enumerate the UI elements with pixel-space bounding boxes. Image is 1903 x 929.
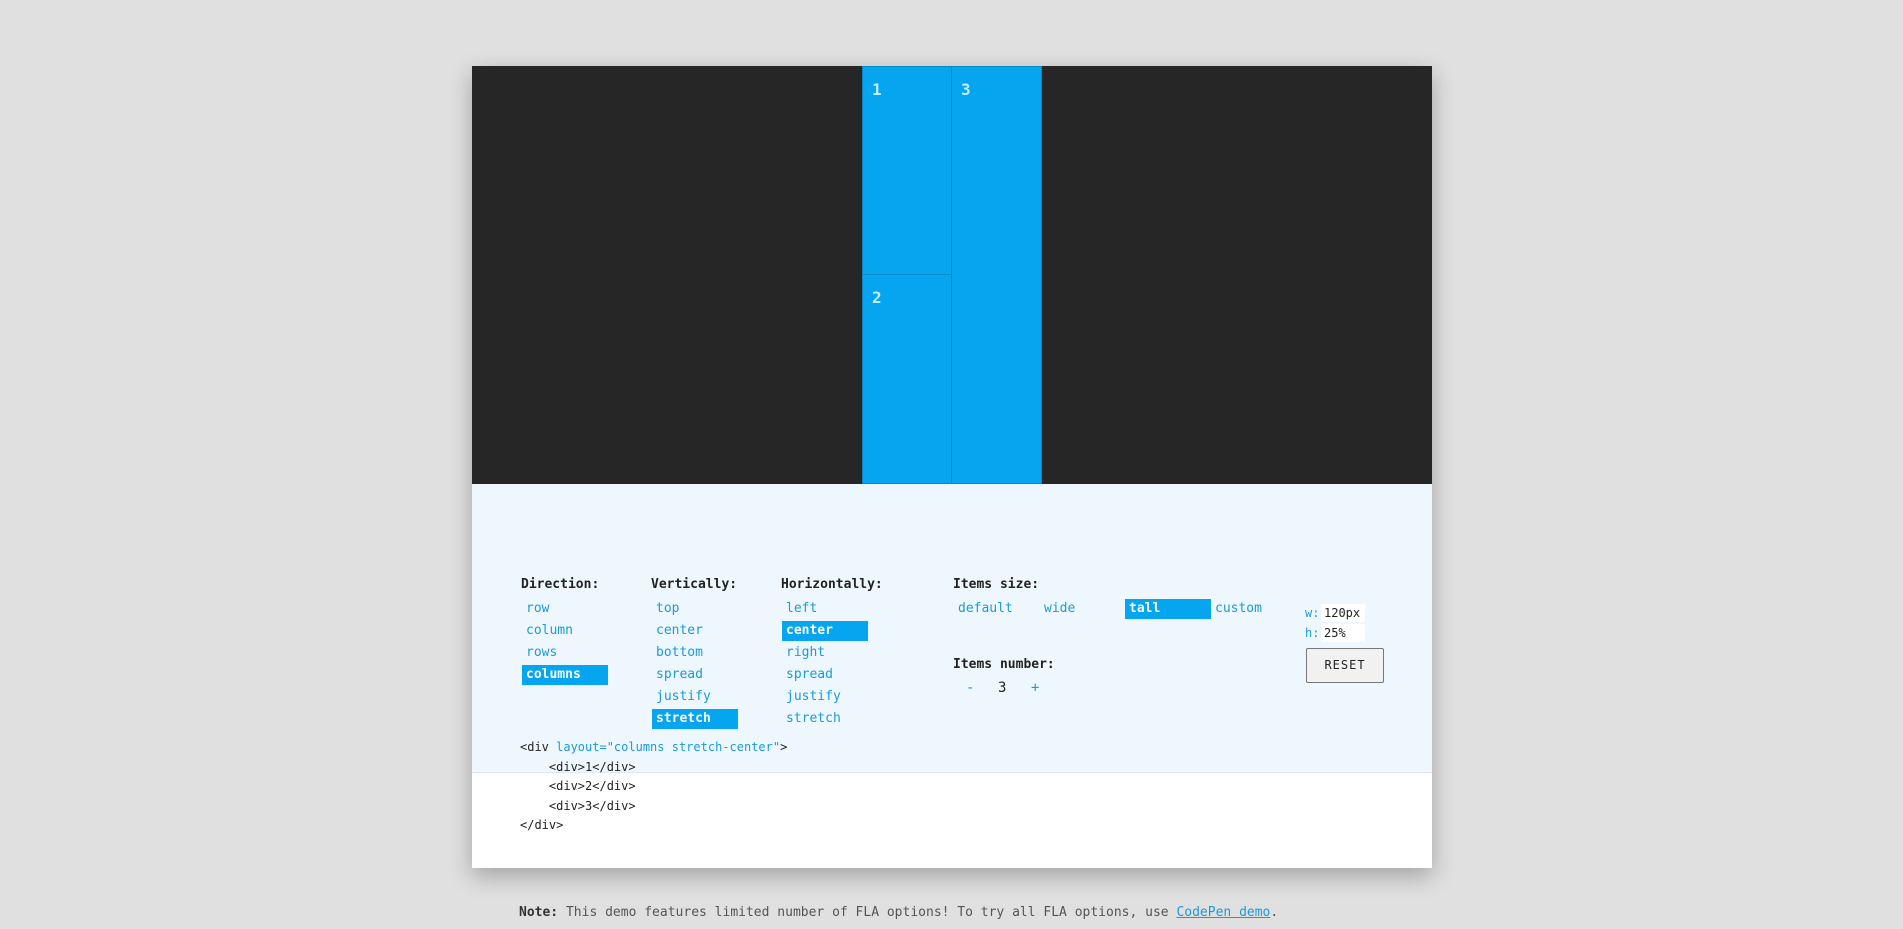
items-number-heading: Items number: xyxy=(953,657,1055,672)
width-input[interactable]: 120px xyxy=(1321,604,1365,622)
note-label: Note: xyxy=(519,905,559,920)
horizontally-option-right[interactable]: right xyxy=(782,643,868,663)
vertically-option-center[interactable]: center xyxy=(652,621,738,641)
vertically-heading: Vertically: xyxy=(651,577,738,592)
direction-option-column[interactable]: column xyxy=(522,621,608,641)
vertically-option-justify[interactable]: justify xyxy=(652,687,738,707)
items-size-option-wide[interactable]: wide xyxy=(1040,599,1126,619)
controls-panel: Direction: row column rows columns Verti… xyxy=(472,484,1432,773)
direction-option-columns[interactable]: columns xyxy=(522,665,608,685)
preview-item-label: 1 xyxy=(872,80,882,99)
horizontally-option-stretch[interactable]: stretch xyxy=(782,709,868,729)
note-end: . xyxy=(1270,905,1279,920)
footer-note: Note: This demo features limited number … xyxy=(519,905,1278,920)
items-size-option-custom[interactable]: custom xyxy=(1211,599,1297,619)
code-snippet: <div layout="columns stretch-center"> <d… xyxy=(520,738,787,836)
horizontally-option-spread[interactable]: spread xyxy=(782,665,868,685)
vertically-option-top[interactable]: top xyxy=(652,599,738,619)
items-size-option-tall[interactable]: tall xyxy=(1125,599,1211,619)
vertically-option-bottom[interactable]: bottom xyxy=(652,643,738,663)
preview-item-3: 3 xyxy=(951,66,1042,484)
preview-item-2: 2 xyxy=(862,274,952,484)
demo-card: 1 2 3 Direction: row column rows columns… xyxy=(472,66,1432,868)
horizontally-option-justify[interactable]: justify xyxy=(782,687,868,707)
items-number-value: 3 xyxy=(998,680,1007,696)
code-line: <div>1</div> xyxy=(520,759,636,774)
note-text: This demo features limited number of FLA… xyxy=(558,905,1177,920)
items-size-option-default[interactable]: default xyxy=(954,599,1040,619)
width-label: w: xyxy=(1305,606,1320,620)
codepen-demo-link[interactable]: CodePen demo xyxy=(1176,905,1270,920)
items-size-heading: Items size: xyxy=(953,577,1040,592)
reset-button[interactable]: RESET xyxy=(1306,648,1384,683)
code-close-tag: </div> xyxy=(520,818,564,832)
horizontally-heading: Horizontally: xyxy=(781,577,883,592)
preview-item-label: 3 xyxy=(961,80,971,99)
vertically-option-stretch[interactable]: stretch xyxy=(652,709,738,729)
preview-item-1: 1 xyxy=(862,66,952,275)
decrement-button[interactable]: - xyxy=(966,680,974,696)
increment-button[interactable]: + xyxy=(1031,680,1039,696)
horizontally-option-center[interactable]: center xyxy=(782,621,868,641)
code-line: <div>3</div> xyxy=(520,798,636,813)
code-open-tag-end: > xyxy=(780,740,788,754)
layout-preview: 1 2 3 xyxy=(472,66,1432,484)
code-open-tag-start: <div xyxy=(520,740,557,754)
code-layout-attribute: layout="columns stretch-center" xyxy=(556,740,781,754)
code-line: <div>2</div> xyxy=(520,779,636,793)
height-label: h: xyxy=(1305,626,1320,640)
vertically-option-spread[interactable]: spread xyxy=(652,665,738,685)
horizontally-option-left[interactable]: left xyxy=(782,599,868,619)
preview-item-label: 2 xyxy=(872,288,882,307)
direction-heading: Direction: xyxy=(521,577,600,592)
direction-option-row[interactable]: row xyxy=(522,599,608,619)
direction-option-rows[interactable]: rows xyxy=(522,643,608,663)
height-input[interactable]: 25% xyxy=(1321,624,1365,642)
